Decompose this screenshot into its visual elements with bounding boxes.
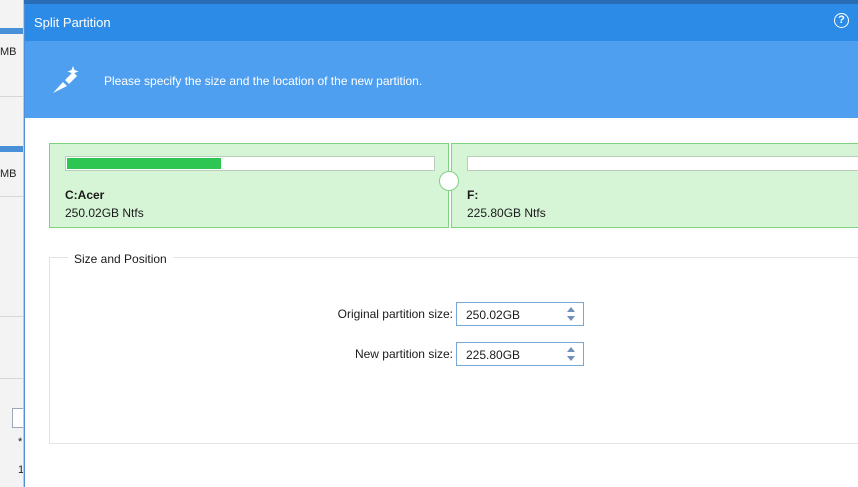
background-divider (0, 96, 23, 97)
background-app-window: MB MB * 1 (0, 0, 24, 487)
original-size-spinner[interactable]: 250.02GB (456, 302, 584, 326)
partition-info: 250.02GB Ntfs (65, 206, 144, 220)
partition-block-c[interactable]: C:Acer 250.02GB Ntfs (49, 143, 449, 228)
background-panel (12, 408, 23, 428)
background-row-strip (0, 28, 23, 34)
split-wand-icon (53, 66, 79, 93)
background-divider (0, 196, 23, 197)
new-size-value: 225.80GB (466, 348, 521, 362)
partition-block-f[interactable]: F: 225.80GB Ntfs (451, 143, 858, 228)
new-size-label: New partition size: (354, 347, 453, 361)
dialog-title: Split Partition (34, 15, 111, 30)
original-size-label: Original partition size: (337, 307, 453, 321)
partition-usage-bar (65, 156, 435, 171)
size-position-group: Size and Position (49, 252, 858, 444)
background-divider (0, 316, 23, 317)
background-divider (0, 378, 23, 379)
partition-info: 225.80GB Ntfs (467, 206, 546, 220)
partition-usage-fill (67, 158, 221, 169)
partition-name: F: (467, 188, 479, 202)
background-fragment: * (18, 436, 23, 448)
split-partition-dialog: Split Partition ? Please specify the siz… (24, 4, 858, 487)
new-size-spinner[interactable]: 225.80GB (456, 342, 584, 366)
instruction-banner: Please specify the size and the location… (25, 41, 858, 118)
title-bar: Split Partition ? (25, 4, 858, 41)
split-drag-handle[interactable] (439, 171, 459, 191)
background-row-strip (0, 146, 23, 152)
group-title: Size and Position (68, 252, 173, 266)
help-circle-icon[interactable]: ? (834, 13, 849, 28)
background-row-text: MB (0, 168, 17, 180)
instruction-text: Please specify the size and the location… (104, 74, 423, 88)
spinner-arrows-icon[interactable] (567, 346, 575, 362)
original-size-value: 250.02GB (466, 308, 521, 322)
partition-usage-bar (467, 156, 858, 171)
spinner-arrows-icon[interactable] (567, 306, 575, 322)
partition-name: C:Acer (65, 188, 105, 202)
background-row-text: MB (0, 46, 17, 58)
